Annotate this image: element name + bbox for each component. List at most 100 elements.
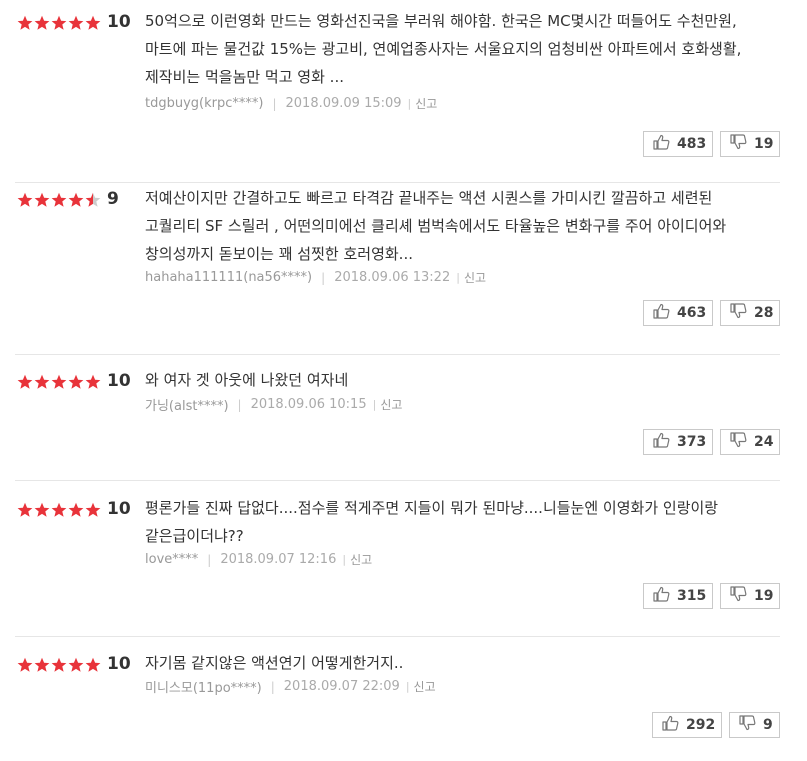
review-date: 2018.09.07 12:16 [220, 552, 337, 567]
report-link[interactable]: 신고 [350, 551, 372, 568]
dislike-button[interactable]: 24 [720, 429, 780, 455]
reviewer-name[interactable]: hahaha111111(na56****) [145, 270, 312, 285]
dislike-button[interactable]: 19 [720, 583, 780, 609]
review-meta: 가닝(alst****) | 2018.09.06 10:15 | 신고 [145, 395, 402, 414]
dislike-count: 19 [754, 588, 774, 604]
like-button[interactable]: 463 [643, 300, 713, 326]
thumbs-down-icon [730, 715, 763, 735]
dislike-count: 9 [763, 717, 773, 733]
review-meta: hahaha111111(na56****) | 2018.09.06 13:2… [145, 269, 486, 286]
dislike-button[interactable]: 9 [729, 712, 780, 738]
divider: | [342, 553, 347, 566]
star-icon [51, 15, 68, 32]
review-meta: 미니스모(11po****) | 2018.09.07 22:09 | 신고 [145, 677, 436, 696]
review-text: 평론가들 진짜 답없다....점수를 적게주면 지들이 뭐가 된마냥....니들… [145, 499, 719, 545]
star-rating [17, 657, 102, 674]
star-icon [17, 15, 34, 32]
star-icon [34, 15, 51, 32]
thumbs-down-icon [721, 303, 754, 323]
review-divider [15, 480, 780, 481]
reviewer-name[interactable]: tdgbuyg(krpc****) [145, 96, 263, 111]
thumbs-up-icon [644, 586, 677, 606]
star-rating [17, 192, 102, 209]
dislike-count: 24 [754, 434, 774, 450]
star-icon [85, 657, 102, 674]
divider: | [321, 270, 326, 285]
like-count: 483 [677, 136, 707, 152]
star-icon [85, 374, 102, 391]
review-divider [15, 354, 780, 355]
divider: | [207, 552, 212, 567]
divider: | [405, 680, 410, 693]
star-icon [17, 657, 34, 674]
rating-score: 9 [107, 189, 119, 209]
review-date: 2018.09.06 10:15 [250, 397, 367, 412]
review-date: 2018.09.06 13:22 [334, 270, 451, 285]
reviewer-name[interactable]: 가닝(alst****) [145, 395, 229, 414]
review-text: 와 여자 겟 아웃에 나왔던 여자네 [145, 371, 349, 389]
rating-score: 10 [107, 499, 131, 519]
star-icon [34, 374, 51, 391]
thumbs-down-icon [721, 432, 754, 452]
review-meta: love**** | 2018.09.07 12:16 | 신고 [145, 551, 372, 568]
thumbs-down-icon [721, 134, 754, 154]
star-icon [68, 192, 85, 209]
divider: | [407, 97, 412, 110]
divider: | [456, 271, 460, 284]
rating-score: 10 [107, 371, 131, 391]
rating-score: 10 [107, 654, 131, 674]
review-text: 자기몸 같지않은 액션연기 어떻게한거지.. [145, 654, 404, 672]
star-icon [85, 502, 102, 519]
star-rating [17, 15, 102, 32]
like-button[interactable]: 373 [643, 429, 713, 455]
divider: | [372, 398, 377, 411]
star-icon [17, 192, 34, 209]
star-icon [51, 192, 68, 209]
dislike-button[interactable]: 28 [720, 300, 780, 326]
rating-score: 10 [107, 12, 131, 32]
report-link[interactable]: 신고 [380, 396, 402, 413]
star-icon [68, 657, 85, 674]
report-link[interactable]: 신고 [414, 678, 436, 695]
review-meta: tdgbuyg(krpc****) | 2018.09.09 15:09 | 신… [145, 95, 437, 112]
star-icon [51, 502, 68, 519]
dislike-button[interactable]: 19 [720, 131, 780, 157]
review-date: 2018.09.09 15:09 [285, 96, 402, 111]
star-icon [85, 192, 102, 209]
star-icon [68, 374, 85, 391]
like-count: 373 [677, 434, 707, 450]
thumbs-down-icon [721, 586, 754, 606]
report-link[interactable]: 신고 [464, 269, 486, 286]
star-icon [34, 657, 51, 674]
reviewer-name[interactable]: 미니스모(11po****) [145, 677, 262, 696]
review-divider [15, 182, 780, 183]
like-button[interactable]: 483 [643, 131, 713, 157]
like-count: 463 [677, 305, 707, 321]
like-button[interactable]: 292 [652, 712, 722, 738]
thumbs-up-icon [653, 715, 686, 735]
star-icon [34, 192, 51, 209]
like-count: 315 [677, 588, 707, 604]
star-rating [17, 502, 102, 519]
star-icon [34, 502, 51, 519]
like-count: 292 [686, 717, 716, 733]
star-rating [17, 374, 102, 391]
report-link[interactable]: 신고 [415, 95, 437, 112]
review-date: 2018.09.07 22:09 [283, 679, 400, 694]
divider: | [272, 96, 277, 111]
star-icon [17, 374, 34, 391]
reviewer-name[interactable]: love**** [145, 552, 198, 567]
review-text: 50억으로 이런영화 만드는 영화선진국을 부러워 해야함. 한국은 MC몇시간… [145, 12, 742, 86]
thumbs-up-icon [644, 432, 677, 452]
star-icon [17, 502, 34, 519]
review-divider [15, 636, 780, 637]
star-icon [68, 15, 85, 32]
divider: | [270, 679, 275, 694]
divider: | [237, 397, 242, 412]
thumbs-up-icon [644, 303, 677, 323]
star-icon [51, 374, 68, 391]
star-icon [51, 657, 68, 674]
like-button[interactable]: 315 [643, 583, 713, 609]
thumbs-up-icon [644, 134, 677, 154]
star-icon [85, 15, 102, 32]
